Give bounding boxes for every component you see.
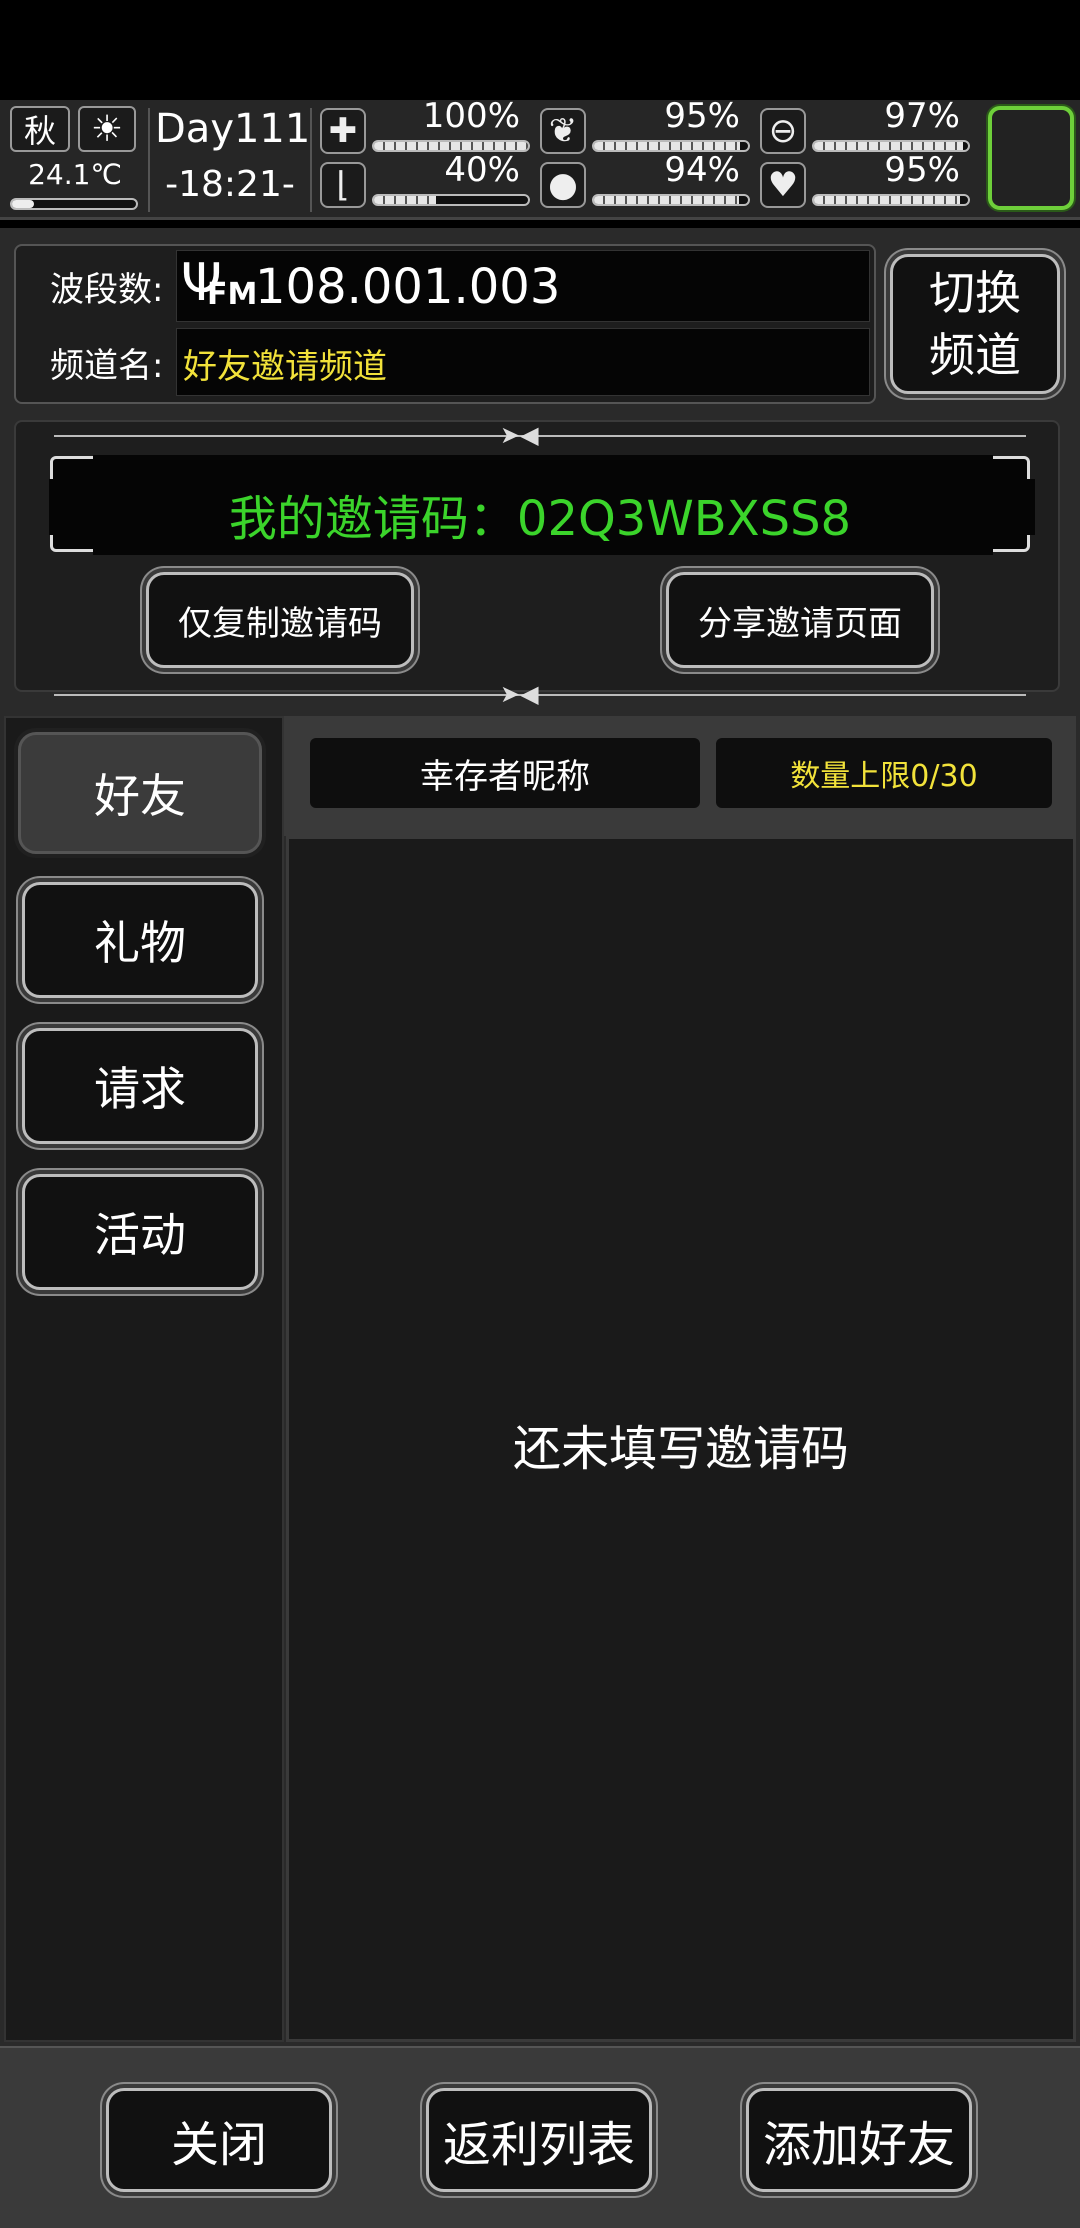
stomach-value: 95%	[664, 96, 740, 136]
water-drop-icon: ●	[540, 162, 586, 208]
copy-code-label: 仅复制邀请码	[178, 603, 382, 644]
heart-value: 95%	[884, 150, 960, 190]
close-button[interactable]: 关闭	[106, 2088, 332, 2192]
rebate-list-button[interactable]: 返利列表	[426, 2088, 652, 2192]
invite-code-text[interactable]: 我的邀请码：02Q3WBXSS8	[53, 479, 1027, 549]
tab-friends[interactable]: 好友	[18, 732, 262, 854]
column-limit: 数量上限0/30	[716, 738, 1052, 808]
add-friend-button[interactable]: 添加好友	[746, 2088, 972, 2192]
water-value: 94%	[664, 150, 740, 190]
sun-icon: ☀	[78, 106, 136, 152]
switch-channel-button[interactable]: 切换 频道	[890, 254, 1060, 394]
bottom-divider	[54, 694, 1026, 696]
tab-requests[interactable]: 请求	[22, 1028, 258, 1144]
tab-gifts-label: 礼物	[94, 916, 186, 970]
season-badge: 秋	[10, 106, 70, 152]
stomach-icon: ❦	[540, 108, 586, 154]
thermometer-bar	[10, 198, 138, 210]
rebate-list-label: 返利列表	[442, 2117, 635, 2173]
tab-requests-label: 请求	[94, 1062, 186, 1116]
day-label: Day111	[155, 106, 311, 152]
tab-events[interactable]: 活动	[22, 1174, 258, 1290]
time-label: -18:21-	[165, 164, 295, 205]
add-friend-label: 添加好友	[762, 2117, 955, 2173]
band-field: Ψ FM 108.001.003	[176, 250, 870, 322]
medkit-icon: ✚	[320, 108, 366, 154]
divider-arrow-icon: ➤◀	[500, 421, 539, 449]
channel-value: 好友邀请频道	[183, 347, 387, 387]
temperature-label: 24.1℃	[28, 158, 122, 191]
close-label: 关闭	[170, 2117, 267, 2173]
empty-state-text: 还未填写邀请码	[512, 1421, 849, 1477]
tab-gifts[interactable]: 礼物	[22, 882, 258, 998]
tab-events-label: 活动	[94, 1208, 186, 1262]
divider-arrow-icon: ➤◀	[500, 680, 539, 708]
copy-code-button[interactable]: 仅复制邀请码	[146, 572, 414, 668]
quick-slot[interactable]	[988, 106, 1074, 210]
share-page-label: 分享邀请页面	[698, 603, 902, 644]
friend-list[interactable]: 还未填写邀请码	[286, 836, 1076, 2042]
mood-value: 97%	[884, 96, 960, 136]
column-limit-label: 数量上限0/30	[790, 759, 978, 794]
top-divider	[54, 435, 1026, 437]
switch-channel-label: 切换 频道	[929, 266, 1021, 382]
boot-icon: ⌊	[320, 162, 366, 208]
stamina-bar	[372, 194, 530, 206]
band-label: 波段数:	[50, 270, 164, 310]
stamina-value: 40%	[444, 150, 520, 190]
channel-field: 好友邀请频道	[176, 328, 870, 396]
fm-label: FM	[207, 277, 258, 312]
invite-code-box: 我的邀请码：02Q3WBXSS8	[49, 455, 1035, 555]
tab-friends-label: 好友	[94, 769, 186, 823]
heart-icon: ♥	[760, 162, 806, 208]
heart-bar	[812, 194, 970, 206]
share-page-button[interactable]: 分享邀请页面	[666, 572, 934, 668]
band-value: 108.001.003	[255, 259, 561, 315]
water-bar	[592, 194, 750, 206]
column-nickname: 幸存者昵称	[310, 738, 700, 808]
capsule-icon: ⊖	[760, 108, 806, 154]
health-value: 100%	[422, 96, 520, 136]
channel-label: 频道名:	[50, 346, 164, 386]
column-nickname-label: 幸存者昵称	[420, 756, 590, 797]
season-label: 秋	[23, 112, 56, 150]
